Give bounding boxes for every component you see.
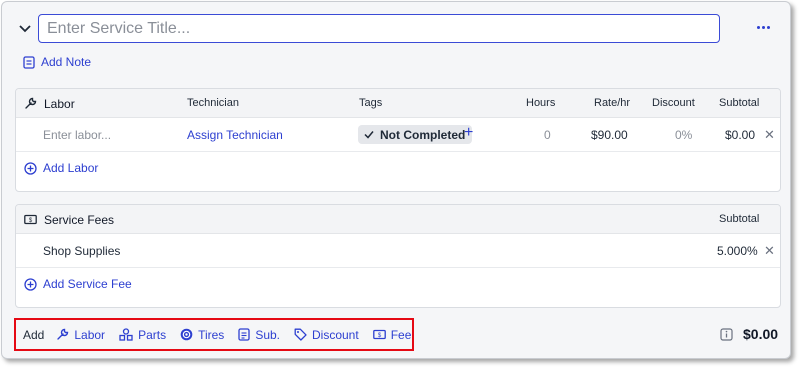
service-fees-section: $ Service Fees Subtotal Shop Supplies 5.… (15, 204, 781, 308)
fee-icon: $ (372, 329, 386, 340)
rate-column-header: Rate/hr (594, 97, 631, 109)
add-tag-button[interactable]: + (464, 125, 473, 141)
total-value: $0.00 (743, 326, 779, 342)
service-title-input[interactable] (38, 14, 720, 43)
discount-value[interactable]: 0% (675, 128, 692, 142)
labor-header: Labor Technician Tags Hours Rate/hr Disc… (16, 89, 780, 118)
status-tag[interactable]: Not Completed (358, 125, 473, 144)
add-fee-shortcut[interactable]: $ Fee (372, 327, 412, 342)
add-service-fee-button[interactable]: Add Service Fee (24, 277, 132, 291)
hours-column-header: Hours (526, 97, 556, 109)
add-bar-label: Add (23, 327, 45, 342)
add-discount-shortcut-label: Discount (312, 327, 359, 342)
add-tires-shortcut-label: Tires (198, 327, 225, 342)
service-fees-title: Service Fees (44, 213, 115, 227)
add-sublet-shortcut[interactable]: Sub. (238, 328, 280, 342)
labor-section: Labor Technician Tags Hours Rate/hr Disc… (15, 88, 781, 192)
fees-subtotal-column-header: Subtotal (719, 213, 760, 225)
dot-icon (766, 25, 770, 29)
info-icon[interactable] (720, 327, 733, 341)
wrench-icon (57, 328, 69, 340)
remove-fee-icon[interactable]: ✕ (764, 243, 775, 259)
more-options-button[interactable] (754, 20, 772, 34)
dot-icon (756, 25, 760, 29)
fee-icon: $ (24, 214, 37, 225)
chevron-down-icon[interactable] (17, 23, 33, 35)
hours-value[interactable]: 0 (544, 128, 551, 142)
add-parts-shortcut[interactable]: Parts (119, 328, 166, 342)
add-labor-button[interactable]: Add Labor (24, 161, 98, 175)
add-labor-label: Add Labor (43, 161, 99, 175)
labor-row: Enter labor... Assign Technician Not Com… (16, 118, 780, 152)
service-total: $0.00 (720, 326, 778, 342)
plus-circle-icon (24, 161, 37, 175)
add-note-button[interactable]: Add Note (23, 55, 91, 69)
parts-icon (119, 328, 133, 341)
add-sublet-shortcut-label: Sub. (255, 327, 280, 342)
rate-value[interactable]: $90.00 (591, 128, 628, 142)
labor-title: Labor (44, 97, 75, 111)
dot-icon (761, 25, 765, 29)
note-icon (23, 55, 35, 69)
labor-subtotal-value: $0.00 (725, 128, 756, 142)
remove-labor-icon[interactable]: ✕ (764, 127, 775, 143)
tags-column-header: Tags (359, 97, 383, 109)
add-discount-shortcut[interactable]: Discount (294, 328, 359, 342)
tire-icon (180, 328, 193, 341)
add-fee-shortcut-label: Fee (390, 327, 412, 342)
add-items-bar: Add Labor Parts Tires Sub. Discount $ Fe… (14, 318, 414, 351)
service-card: Add Note Labor Technician Tags Hours Rat… (1, 1, 791, 359)
add-service-fee-label: Add Service Fee (43, 277, 132, 291)
service-fees-header: $ Service Fees Subtotal (16, 205, 780, 234)
fee-name[interactable]: Shop Supplies (43, 244, 120, 258)
check-icon (364, 131, 374, 139)
discount-column-header: Discount (652, 97, 695, 109)
technician-column-header: Technician (187, 97, 239, 109)
subtotal-column-header: Subtotal (719, 97, 760, 109)
add-labor-shortcut[interactable]: Labor (56, 328, 105, 342)
assign-technician-link[interactable]: Assign Technician (187, 128, 283, 142)
tag-icon (294, 328, 307, 341)
add-tires-shortcut[interactable]: Tires (180, 328, 224, 342)
labor-description-input[interactable]: Enter labor... (43, 128, 111, 142)
wrench-icon (25, 97, 37, 109)
fee-value[interactable]: 5.000% (717, 244, 758, 258)
add-labor-shortcut-label: Labor (74, 327, 106, 342)
status-tag-label: Not Completed (380, 127, 466, 142)
plus-circle-icon (24, 277, 37, 291)
service-fee-row: Shop Supplies 5.000% ✕ (16, 234, 780, 268)
add-note-label: Add Note (41, 55, 92, 69)
sublet-icon (238, 328, 250, 341)
add-parts-shortcut-label: Parts (138, 327, 167, 342)
